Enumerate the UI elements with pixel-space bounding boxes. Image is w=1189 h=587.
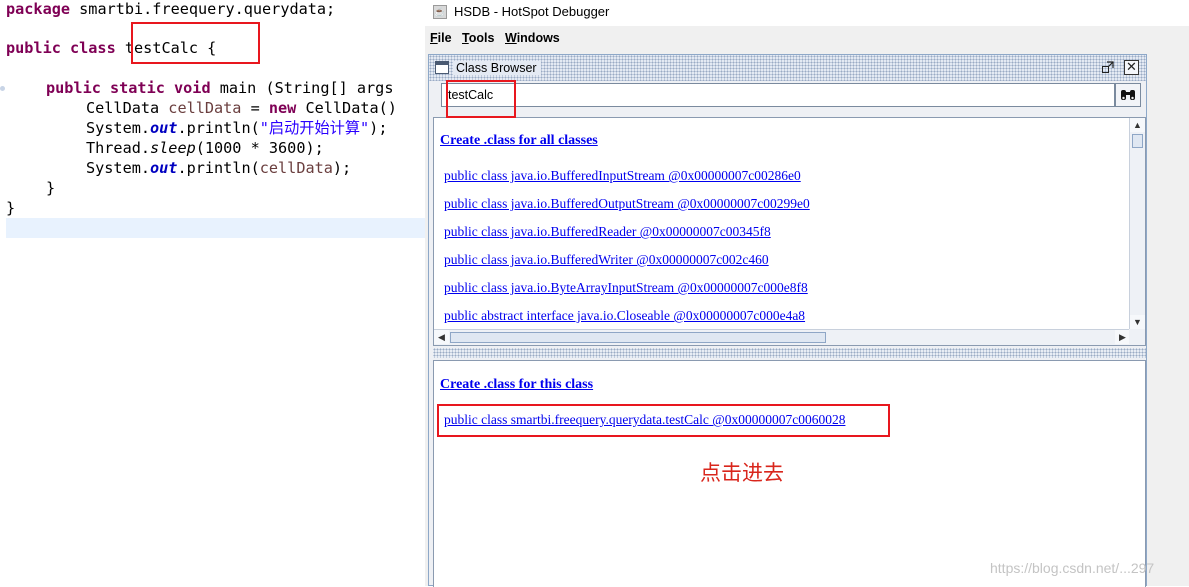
code-line-package: package smartbi.freequery.querydata; [6, 0, 336, 18]
search-highlight-box [446, 80, 516, 118]
java-app-icon: ☕ [433, 5, 447, 19]
class-browser-frame: Class Browser ✕ Create .class for all cl… [428, 54, 1147, 587]
menu-windows[interactable]: Windows [505, 31, 560, 45]
class-name-highlight-box [131, 22, 260, 64]
class-search-input[interactable] [441, 83, 1115, 107]
binoculars-icon [1121, 90, 1135, 100]
scroll-up-icon[interactable]: ▲ [1130, 118, 1145, 132]
menu-bar: File Tools Windows [425, 28, 1189, 50]
click-annotation: 点击进去 [700, 461, 784, 485]
hsdb-window: ☕ HSDB - HotSpot Debugger File Tools Win… [425, 0, 1189, 587]
title-bar: ☕ HSDB - HotSpot Debugger [425, 0, 1189, 26]
scroll-right-icon[interactable]: ▶ [1115, 330, 1130, 344]
scroll-corner [1129, 329, 1145, 345]
horizontal-scrollbar[interactable]: ◀ ▶ [434, 329, 1130, 345]
find-button[interactable] [1115, 83, 1141, 107]
class-link-item[interactable]: public class java.io.BufferedReader @0x0… [444, 224, 771, 240]
selected-class-highlight-box [437, 404, 890, 437]
scroll-down-icon[interactable]: ▼ [1130, 315, 1145, 329]
code-line-close-class: } [6, 199, 16, 217]
code-line-close-method: } [46, 179, 56, 197]
menu-file[interactable]: File [430, 31, 452, 45]
create-class-all-link[interactable]: Create .class for all classes [440, 133, 598, 149]
class-link-item[interactable]: public abstract interface java.io.Closea… [444, 308, 805, 324]
class-list-pane[interactable]: Create .class for all classes public cla… [433, 117, 1146, 346]
menu-tools[interactable]: Tools [462, 31, 494, 45]
horizontal-scroll-thumb[interactable] [450, 332, 826, 343]
create-class-this-link[interactable]: Create .class for this class [440, 377, 593, 393]
class-link-item[interactable]: public class java.io.BufferedInputStream… [444, 168, 801, 184]
class-link-item[interactable]: public class java.io.BufferedOutputStrea… [444, 196, 810, 212]
close-icon[interactable]: ✕ [1124, 60, 1139, 75]
current-line-highlight [6, 218, 425, 238]
restore-icon[interactable] [1100, 60, 1115, 75]
code-line-new-celldata: CellData cellData = new CellData() [86, 99, 397, 117]
code-line-println-celldata: System.out.println(cellData); [86, 159, 352, 177]
frame-icon [435, 61, 449, 74]
code-line-println-start: System.out.println("启动开始计算"); [86, 119, 388, 137]
class-link-item[interactable]: public class java.io.ByteArrayInputStrea… [444, 280, 808, 296]
class-list: Create .class for all classes public cla… [434, 118, 1130, 329]
class-browser-title: Class Browser [453, 61, 541, 75]
code-line-sleep: Thread.sleep(1000 * 3600); [86, 139, 324, 157]
vertical-scrollbar[interactable]: ▲ ▼ [1129, 118, 1145, 329]
scroll-left-icon[interactable]: ◀ [434, 330, 449, 344]
split-divider[interactable] [433, 348, 1146, 358]
code-editor[interactable]: package smartbi.freequery.querydata; pub… [0, 0, 425, 586]
class-browser-titlebar[interactable]: Class Browser ✕ [429, 55, 1146, 81]
code-line-main: public static void main (String[] args [46, 79, 394, 97]
class-link-item[interactable]: public class java.io.BufferedWriter @0x0… [444, 252, 769, 268]
vertical-scroll-thumb[interactable] [1132, 134, 1143, 148]
class-detail-pane: Create .class for this class public clas… [433, 360, 1146, 587]
ruler-marker-icon [0, 86, 5, 91]
window-title: HSDB - HotSpot Debugger [454, 4, 610, 19]
watermark: https://blog.csdn.net/...297 [990, 560, 1155, 576]
